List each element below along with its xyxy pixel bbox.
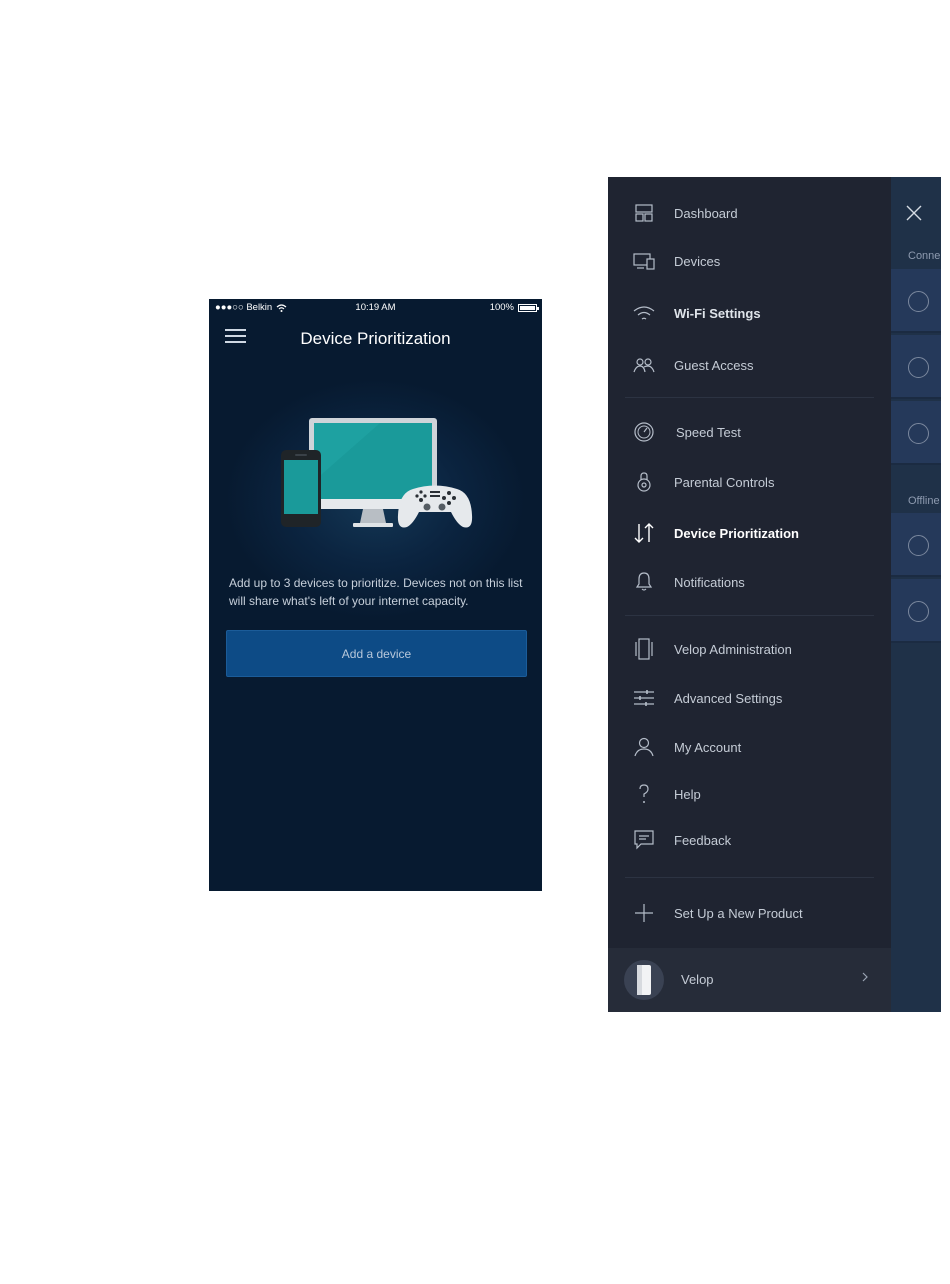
menu-item-setup-new-product[interactable]: Set Up a New Product [608, 893, 891, 933]
menu-item-notifications[interactable]: Notifications [608, 562, 891, 602]
radio-icon [908, 601, 929, 622]
menu-item-label: Device Prioritization [674, 525, 799, 541]
navigation-menu-screen: Conne Offline Dashboard Devices Wi-Fi Se… [608, 177, 941, 1012]
menu-item-guest-access[interactable]: Guest Access [608, 345, 891, 385]
priority-arrows-icon [634, 523, 654, 543]
battery-icon [518, 303, 539, 312]
list-item[interactable] [891, 401, 941, 465]
lock-icon [637, 472, 651, 492]
menu-item-dashboard[interactable]: Dashboard [608, 193, 891, 233]
list-item[interactable] [891, 269, 941, 333]
device-prioritization-screen: ●●●○○ Belkin 10:19 AM 100% Device Priori… [209, 299, 542, 891]
connected-header: Conne [908, 250, 941, 262]
devices-icon [633, 253, 655, 270]
plus-icon [635, 904, 653, 922]
speedometer-icon [634, 422, 654, 442]
velop-node-icon [624, 960, 664, 1000]
wifi-icon [633, 306, 655, 320]
list-item[interactable] [891, 579, 941, 643]
menu-item-speed-test[interactable]: Speed Test [608, 412, 891, 452]
question-icon [639, 784, 649, 803]
menu-item-devices[interactable]: Devices [608, 241, 891, 281]
divider [625, 877, 874, 878]
battery-label: 100% [489, 302, 514, 313]
divider [625, 615, 874, 616]
menu-item-parental-controls[interactable]: Parental Controls [608, 462, 891, 502]
radio-icon [908, 291, 929, 312]
prioritization-description: Add up to 3 devices to prioritize. Devic… [229, 576, 523, 608]
close-icon[interactable] [904, 203, 924, 223]
menu-item-label: Advanced Settings [674, 690, 783, 706]
velop-label: Velop [681, 972, 714, 987]
status-battery: 100% [489, 302, 539, 313]
guest-icon [633, 358, 655, 373]
node-icon [635, 638, 653, 660]
page-title: Device Prioritization [300, 329, 451, 348]
menu-item-wifi-settings[interactable]: Wi-Fi Settings [608, 293, 891, 333]
menu-item-label: My Account [674, 739, 742, 755]
user-icon [634, 737, 654, 757]
radio-icon [908, 357, 929, 378]
menu-item-label: Velop Administration [674, 641, 792, 657]
menu-item-velop-administration[interactable]: Velop Administration [608, 629, 891, 669]
menu-item-label: Parental Controls [674, 474, 775, 490]
radio-icon [908, 535, 929, 556]
bell-icon [635, 572, 653, 591]
menu-item-device-prioritization[interactable]: Device Prioritization [608, 513, 891, 553]
offline-header: Offline [908, 495, 940, 507]
menu-item-label: Set Up a New Product [674, 905, 803, 921]
menu-item-label: Wi-Fi Settings [674, 305, 761, 321]
add-device-button[interactable]: Add a device [226, 630, 527, 677]
chat-icon [634, 830, 654, 850]
menu-item-label: Help [674, 786, 701, 802]
status-bar: ●●●○○ Belkin 10:19 AM 100% [209, 299, 542, 317]
menu-item-label: Dashboard [674, 205, 738, 221]
chevron-right-icon [862, 972, 868, 982]
list-item[interactable] [891, 513, 941, 577]
menu-item-help[interactable]: Help [608, 774, 891, 814]
menu-item-label: Speed Test [676, 424, 741, 440]
radio-icon [908, 423, 929, 444]
side-drawer: Dashboard Devices Wi-Fi Settings Guest A… [608, 177, 891, 1012]
menu-item-feedback[interactable]: Feedback [608, 820, 891, 860]
menu-item-label: Devices [674, 253, 721, 269]
divider [625, 397, 874, 398]
dashboard-icon [635, 204, 653, 222]
menu-item-label: Notifications [674, 574, 745, 590]
menu-item-label: Guest Access [674, 357, 754, 373]
velop-footer-item[interactable]: Velop [608, 948, 891, 1012]
sliders-icon [634, 690, 654, 706]
menu-item-label: Feedback [674, 832, 732, 848]
devices-illustration-icon [281, 418, 473, 528]
list-item[interactable] [891, 335, 941, 399]
menu-item-my-account[interactable]: My Account [608, 727, 891, 767]
menu-item-advanced-settings[interactable]: Advanced Settings [608, 678, 891, 718]
